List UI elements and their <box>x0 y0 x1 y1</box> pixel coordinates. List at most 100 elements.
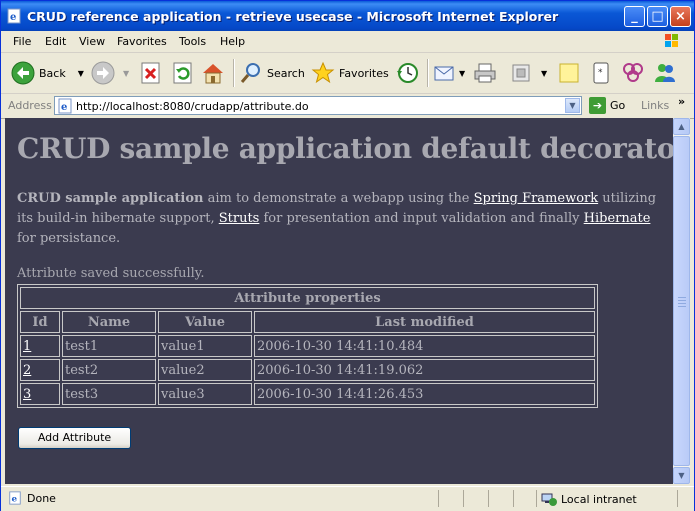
scrollbar-thumb[interactable] <box>673 136 690 466</box>
intro-text-3: for presentation and input validation an… <box>259 211 584 226</box>
status-pane-divider <box>488 490 489 507</box>
svg-text:e: e <box>12 495 18 505</box>
forward-dropdown-icon[interactable]: ▼ <box>123 69 129 78</box>
maximize-button[interactable]: □ <box>647 6 668 27</box>
column-header-name: Name <box>62 311 156 333</box>
address-dropdown-icon[interactable]: ▼ <box>565 98 580 113</box>
title-bar[interactable]: e CRUD reference application - retrieve … <box>1 1 694 31</box>
search-label: Search <box>267 66 305 80</box>
row-id-link[interactable]: 2 <box>23 363 31 378</box>
history-button[interactable] <box>395 60 419 86</box>
links-more-chevron-icon[interactable]: » <box>678 95 685 108</box>
edit-dropdown-icon[interactable]: ▼ <box>541 69 547 78</box>
scroll-up-arrow-icon[interactable]: ▲ <box>673 118 690 135</box>
home-icon <box>203 64 223 84</box>
column-header-value: Value <box>158 311 252 333</box>
cell-id: 1 <box>20 335 60 357</box>
intro-bold-text: CRUD sample application <box>17 191 204 206</box>
favorites-button[interactable]: Favorites <box>311 60 389 86</box>
intro-text-1: aim to demonstrate a webapp using the <box>203 191 474 206</box>
menu-help[interactable]: Help <box>220 35 245 48</box>
forward-arrow-icon <box>91 61 115 85</box>
cell-name: test3 <box>62 383 156 405</box>
go-label: Go <box>610 99 626 112</box>
mail-dropdown-icon[interactable]: ▼ <box>459 69 465 78</box>
address-input[interactable]: e http://localhost:8080/crudapp/attribut… <box>54 96 582 115</box>
toolbar-separator <box>233 59 235 87</box>
status-text: Done <box>27 491 56 505</box>
intro-text-4: for persistance. <box>17 231 121 246</box>
grip-line <box>678 303 686 304</box>
edit-button[interactable]: ▼ <box>509 60 547 86</box>
row-id-link[interactable]: 3 <box>23 387 31 402</box>
edit-page-icon <box>512 64 530 82</box>
status-pane-divider <box>463 490 464 507</box>
window-title: CRUD reference application - retrieve us… <box>27 9 559 24</box>
messenger-button[interactable] <box>653 60 677 86</box>
menu-edit[interactable]: Edit <box>45 35 66 48</box>
printer-icon <box>474 63 496 83</box>
add-attribute-button[interactable]: Add Attribute <box>18 427 131 449</box>
row-id-link[interactable]: 1 <box>23 339 31 354</box>
close-button[interactable]: × <box>670 6 691 27</box>
link-spring-framework[interactable]: Spring Framework <box>474 191 598 206</box>
security-zone[interactable]: Local intranet <box>541 491 637 507</box>
menu-file[interactable]: File <box>13 35 31 48</box>
cell-last-modified: 2006-10-30 14:41:19.062 <box>254 359 595 381</box>
stop-button[interactable] <box>139 60 163 86</box>
back-button[interactable]: Back ▼ <box>11 60 84 86</box>
status-message: Attribute saved successfully. <box>17 266 205 281</box>
go-arrow-icon: ➔ <box>589 97 606 114</box>
cell-value: value3 <box>158 383 252 405</box>
menu-view[interactable]: View <box>79 35 105 48</box>
status-pane-divider <box>438 490 439 507</box>
messenger-icon <box>655 64 675 82</box>
scroll-down-arrow-icon[interactable]: ▼ <box>673 467 690 484</box>
home-button[interactable] <box>201 60 225 86</box>
column-header-last-modified: Last modified <box>254 311 595 333</box>
favorites-star-icon <box>311 61 335 84</box>
cell-value: value2 <box>158 359 252 381</box>
print-button[interactable] <box>473 60 497 86</box>
column-header-id: Id <box>20 311 60 333</box>
menu-tools[interactable]: Tools <box>179 35 206 48</box>
intro-paragraph: CRUD sample application aim to demonstra… <box>17 189 667 249</box>
cell-last-modified: 2006-10-30 14:41:10.484 <box>254 335 595 357</box>
mail-button[interactable]: ▼ <box>433 60 465 86</box>
mail-icon <box>434 66 454 81</box>
refresh-icon <box>173 62 192 84</box>
vertical-scrollbar[interactable]: ▲ ▼ <box>673 118 690 484</box>
status-done: e Done <box>8 491 56 505</box>
status-pane-divider <box>536 490 537 507</box>
page-icon: e <box>58 98 72 114</box>
favorites-label: Favorites <box>339 66 389 80</box>
table-caption: Attribute properties <box>20 287 595 309</box>
status-pane-divider <box>677 490 678 507</box>
stop-icon <box>141 62 160 84</box>
links-label[interactable]: Links <box>641 99 669 112</box>
table-row: 1 test1 value1 2006-10-30 14:41:10.484 <box>20 335 595 357</box>
status-bar: e Done Local intranet <box>1 486 694 511</box>
page-heading: CRUD sample application default decorato… <box>17 132 673 165</box>
cell-value: value1 <box>158 335 252 357</box>
link-hibernate[interactable]: Hibernate <box>584 211 651 226</box>
page-content: CRUD sample application default decorato… <box>5 118 673 484</box>
forward-button[interactable]: ▼ <box>91 60 129 86</box>
svg-text:e: e <box>61 102 67 113</box>
note-icon <box>559 63 579 83</box>
back-dropdown-icon[interactable]: ▼ <box>78 69 84 78</box>
menu-favorites[interactable]: Favorites <box>117 35 167 48</box>
discuss-button[interactable] <box>557 60 581 86</box>
refresh-button[interactable] <box>171 60 195 86</box>
research-icon <box>623 63 643 82</box>
minimize-button[interactable]: _ <box>624 6 645 27</box>
link-struts[interactable]: Struts <box>219 211 260 226</box>
history-icon <box>397 63 418 83</box>
status-pane-divider <box>513 490 514 507</box>
research-button[interactable] <box>621 60 645 86</box>
messenger-device-button[interactable]: * <box>589 60 613 86</box>
zone-label: Local intranet <box>561 492 637 506</box>
grip-line <box>678 297 686 298</box>
search-button[interactable]: Search <box>239 60 305 86</box>
go-button[interactable]: ➔ Go <box>589 97 625 114</box>
